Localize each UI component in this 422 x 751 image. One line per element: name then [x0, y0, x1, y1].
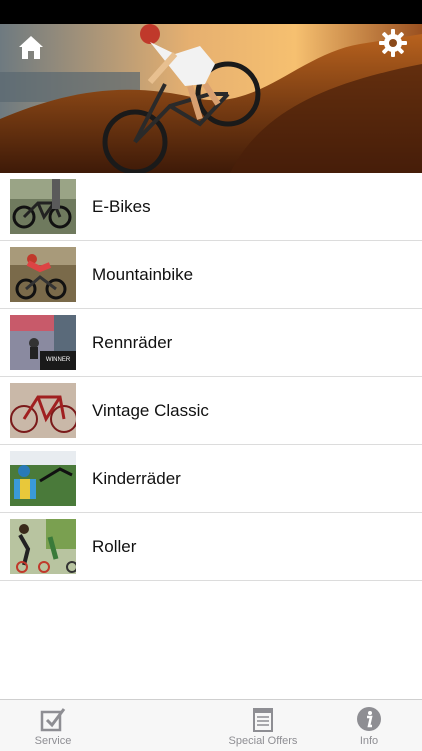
tab-service[interactable]: Service — [27, 700, 79, 751]
category-label: Mountainbike — [92, 264, 194, 284]
tab-label-special-offers: Special Offers — [228, 735, 298, 747]
tab-bar: Service Special Offers Info — [0, 699, 422, 751]
hero-banner — [0, 24, 422, 173]
tab-label-info: Info — [359, 735, 379, 747]
tab-label-service: Service — [34, 735, 72, 747]
category-item-rennraeder[interactable]: WINNER Rennräder — [0, 309, 422, 377]
hero-image — [0, 24, 422, 173]
category-label: Rennräder — [92, 332, 173, 352]
category-label: E-Bikes — [92, 196, 151, 216]
gear-icon — [379, 29, 407, 57]
category-item-mountainbike[interactable]: Mountainbike — [0, 241, 422, 309]
status-bar — [0, 0, 422, 24]
category-label: Kinderräder — [92, 468, 181, 488]
home-button[interactable] — [16, 32, 46, 62]
category-item-e-bikes[interactable]: E-Bikes — [0, 173, 422, 241]
category-item-vintage-classic[interactable]: Vintage Classic — [0, 377, 422, 445]
road-bike-thumbnail: WINNER — [10, 315, 76, 370]
settings-button[interactable] — [378, 28, 408, 58]
category-label: Vintage Classic — [92, 400, 209, 420]
category-list: E-Bikes Mountainbike WINNER Rennräder Vi… — [0, 173, 422, 581]
tab-special-offers[interactable]: Special Offers — [221, 700, 305, 751]
e-bike-thumbnail — [10, 179, 76, 234]
scooter-thumbnail — [10, 519, 76, 574]
tab-info[interactable]: Info — [349, 700, 389, 751]
info-icon — [357, 707, 381, 731]
vintage-bike-thumbnail — [10, 383, 76, 438]
notepad-icon — [253, 708, 273, 732]
checkbox-icon — [40, 708, 66, 732]
category-item-roller[interactable]: Roller — [0, 513, 422, 581]
winner-badge: WINNER — [46, 357, 71, 363]
home-icon — [19, 36, 43, 59]
kids-bike-thumbnail — [10, 451, 76, 506]
category-item-kinderraeder[interactable]: Kinderräder — [0, 445, 422, 513]
mountainbike-thumbnail — [10, 247, 76, 302]
category-label: Roller — [92, 536, 137, 556]
